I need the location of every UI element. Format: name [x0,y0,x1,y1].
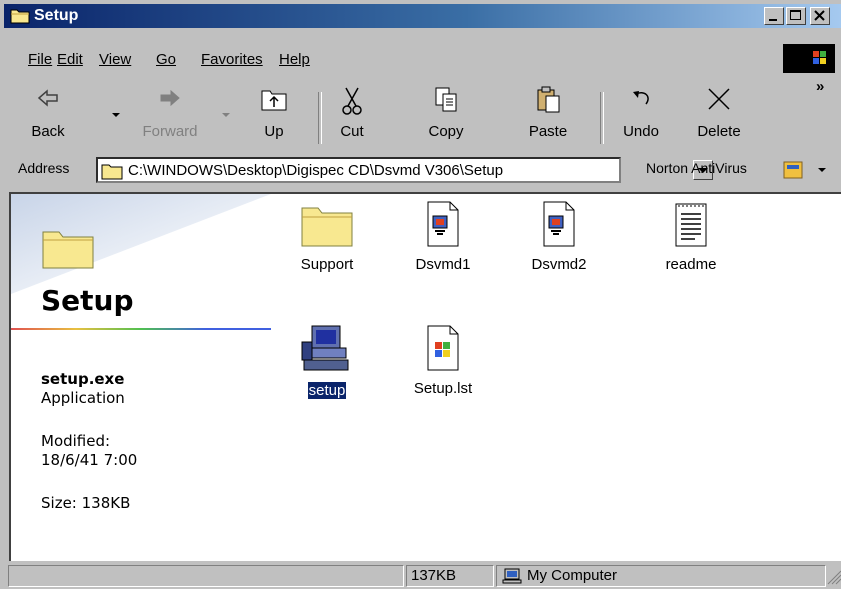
status-bar: 137KB My Computer [4,563,841,589]
toolbar-separator [600,92,604,144]
window-title: Setup [34,7,79,24]
paste-icon [537,86,560,113]
undo-button[interactable]: Undo [612,78,670,146]
dropdown-arrow-icon [112,113,120,117]
status-panel-size: 137KB [406,565,494,587]
resize-grip-icon[interactable] [826,569,841,585]
file-label: Dsvmd1 [415,256,471,273]
file-item-setup[interactable]: setup [277,324,377,400]
address-input[interactable]: C:\WINDOWS\Desktop\Digispec CD\Dsvmd V30… [96,157,713,183]
status-panel-zone: My Computer [496,565,826,587]
undo-icon [633,91,649,105]
windows-logo-icon [783,44,835,73]
standard-toolbar: Back Forward Up Cut Copy Paste Undo Dele… [4,78,841,148]
file-item-dsvmd1[interactable]: Dsvmd1 [393,200,493,273]
norton-antivirus-label: Norton AntiVirus [646,160,747,176]
file-label: Dsvmd2 [531,256,587,273]
menu-favorites[interactable]: Favorites [201,51,263,69]
close-icon [814,10,825,21]
file-label: setup [306,381,348,400]
info-title: Setup [41,284,134,317]
folder-icon [101,164,123,180]
copy-icon [435,87,457,112]
menu-edit[interactable]: Edit [57,51,83,69]
maximize-button[interactable] [786,7,806,25]
toolbar-more-button[interactable]: » [814,78,834,146]
file-item-readme[interactable]: readme [641,200,741,273]
delete-button[interactable]: Delete [684,78,754,146]
menu-bar: File Edit View Go Favorites Help [4,30,841,68]
close-button[interactable] [810,7,830,25]
file-item-dsvmd2[interactable]: Dsvmd2 [509,200,609,273]
info-modified-value: 18/6/41 7:00 [41,451,138,469]
up-button[interactable]: Up [244,78,304,146]
address-text: C:\WINDOWS\Desktop\Digispec CD\Dsvmd V30… [128,162,504,179]
copy-button[interactable]: Copy [416,78,476,146]
back-arrow-icon [37,89,58,107]
delete-x-icon [708,88,730,110]
minimize-button[interactable] [764,7,784,25]
web-view-info-pane: Setup setup.exe Application Modified: 18… [11,194,271,561]
file-label: readme [665,256,717,273]
text-file-icon [675,203,707,247]
setup-computer-icon [301,325,349,371]
forward-arrow-icon [160,89,180,107]
title-bar[interactable]: Setup [4,4,841,28]
document-icon [543,201,575,247]
back-button[interactable]: Back [18,78,78,146]
minimize-icon [769,19,777,21]
menu-file[interactable]: File [28,51,52,69]
my-computer-icon [502,568,522,584]
address-label: Address [18,160,70,176]
paste-button[interactable]: Paste [516,78,580,146]
menu-view[interactable]: View [99,51,131,69]
toolbar-separator [318,92,322,144]
address-bar: Address C:\WINDOWS\Desktop\Digispec CD\D… [4,152,841,188]
folder-icon [301,207,353,247]
file-item-support[interactable]: Support [277,200,377,273]
back-dropdown-button[interactable] [108,78,124,146]
zone-label: My Computer [527,567,618,584]
cut-button[interactable]: Cut [324,78,380,146]
status-panel-main [8,565,404,587]
folder-view: Setup setup.exe Application Modified: 18… [9,192,841,561]
dropdown-arrow-icon [222,113,230,117]
info-file-name: setup.exe [41,370,125,388]
info-size: Size: 138KB [41,494,131,512]
file-label: Support [300,256,354,273]
scissors-icon [342,87,362,115]
info-file-type: Application [41,389,125,407]
windows-file-icon [427,325,459,371]
folder-icon [10,9,30,24]
info-divider [11,328,271,330]
forward-button[interactable]: Forward [130,78,210,146]
forward-dropdown-button[interactable] [218,78,234,146]
norton-antivirus-icon[interactable] [782,160,804,180]
folder-icon [42,231,94,269]
info-modified-label: Modified: [41,432,111,450]
norton-dropdown-icon[interactable] [816,166,828,174]
maximize-icon [790,10,801,20]
up-folder-icon [261,90,287,111]
menu-go[interactable]: Go [156,51,176,69]
menu-help[interactable]: Help [279,51,310,69]
document-icon [427,201,459,247]
explorer-window: Setup File Edit View Go Favorites Help B… [0,0,841,589]
file-label: Setup.lst [413,380,473,397]
file-item-setup-lst[interactable]: Setup.lst [393,324,493,397]
